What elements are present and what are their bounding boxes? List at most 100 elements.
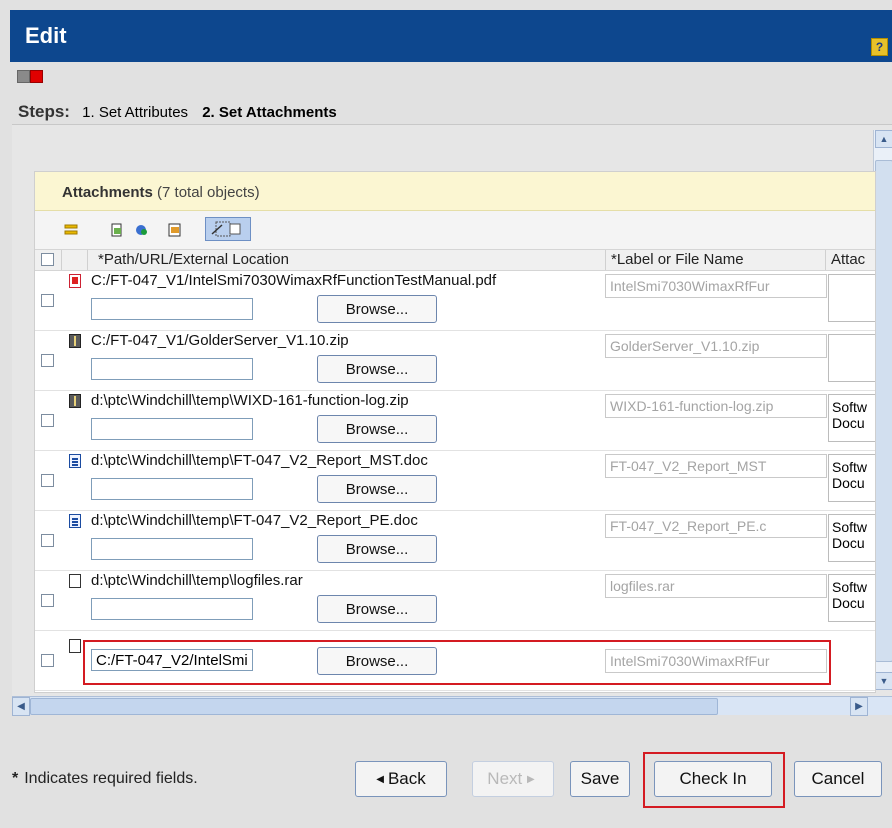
path-input[interactable] [91,358,253,380]
back-label: Back [387,769,426,788]
label-input[interactable]: logfiles.rar [605,574,827,598]
attachment-type-cell[interactable]: Softw Docu [828,394,875,442]
attachment-type-cell[interactable] [828,274,875,322]
vertical-scroll-thumb[interactable] [875,160,892,662]
next-arrow-icon: ▶ [527,774,535,785]
column-header-label[interactable]: *Label or File Name [611,251,744,268]
attachments-count: (7 total objects) [157,184,260,201]
steps-indicator: Steps: 1. Set Attributes 2. Set Attachme… [18,102,337,122]
attachments-table: Attachments (7 total objects) *Path/URL/… [34,171,876,693]
browse-button[interactable]: Browse... [317,535,437,563]
row-checkbox[interactable] [41,654,54,667]
attachments-header: Attachments (7 total objects) [35,172,875,211]
window-title: Edit [25,23,67,48]
doc-file-icon [69,454,81,468]
path-input[interactable] [91,478,253,500]
add-file-icon[interactable] [110,223,124,237]
check-in-highlight [643,752,785,808]
attachment-type-cell[interactable] [828,634,875,682]
table-row: C:/FT-047_V1/IntelSmi7030WimaxRfFunction… [35,271,875,331]
horizontal-scrollbar[interactable]: ◀ ▶ [12,696,892,716]
steps-label: Steps: [18,102,70,121]
red-square-icon [30,70,43,83]
pdf-file-icon [69,274,81,288]
browse-button[interactable]: Browse... [317,415,437,443]
file-path: C:/FT-047_V1/GolderServer_V1.10.zip [91,332,349,349]
file-path: C:/FT-047_V1/IntelSmi7030WimaxRfFunction… [91,272,497,289]
label-input[interactable]: GolderServer_V1.10.zip [605,334,827,358]
file-path: d:\ptc\Windchill\temp\WIXD-161-function-… [91,392,409,409]
help-icon[interactable]: ? [871,38,888,56]
file-path: d:\ptc\Windchill\temp\FT-047_V2_Report_M… [91,452,428,469]
paste-attachment-button[interactable] [205,217,251,241]
attachments-title: Attachments [62,184,153,201]
cancel-button[interactable]: Cancel [794,761,882,797]
column-separator [825,250,826,270]
table-row: d:\ptc\Windchill\temp\FT-047_V2_Report_M… [35,451,875,511]
add-external-icon[interactable] [168,223,182,237]
table-row: d:\ptc\Windchill\temp\FT-047_V2_Report_P… [35,511,875,571]
attachment-type-cell[interactable]: Softw Docu [828,514,875,562]
column-separator [87,250,88,270]
next-button[interactable]: Next ▶ [472,761,554,797]
required-note-text: Indicates required fields. [24,770,198,787]
browse-button[interactable]: Browse... [317,475,437,503]
path-input[interactable] [91,298,253,320]
row-checkbox[interactable] [41,414,54,427]
column-separator [61,250,62,270]
back-arrow-icon: ◀ [376,774,384,785]
row-checkbox[interactable] [41,534,54,547]
add-link-icon[interactable] [135,223,149,237]
label-input[interactable]: IntelSmi7030WimaxRfFur [605,274,827,298]
horizontal-scroll-thumb[interactable] [30,698,718,715]
doc-file-icon [69,514,81,528]
row-checkbox[interactable] [41,474,54,487]
zip-file-icon [69,394,81,408]
step-set-attributes[interactable]: 1. Set Attributes [82,104,188,121]
attachment-type-cell[interactable] [828,334,875,382]
back-button[interactable]: ◀ Back [355,761,447,797]
path-input[interactable] [91,538,253,560]
path-input[interactable] [91,418,253,440]
scroll-left-icon[interactable]: ◀ [12,697,30,716]
browse-button[interactable]: Browse... [317,595,437,623]
required-fields-note: * Indicates required fields. [12,770,198,788]
column-header-path[interactable]: *Path/URL/External Location [98,251,289,268]
attachments-toolbar [35,211,875,249]
scroll-right-icon[interactable]: ▶ [850,697,868,716]
save-button[interactable]: Save [570,761,630,797]
next-label: Next [487,769,523,788]
label-input[interactable]: FT-047_V2_Report_PE.c [605,514,827,538]
content-panel: ▲ ▼ Attachments (7 total objects) *Path/… [12,124,892,715]
browse-button[interactable]: Browse... [317,355,437,383]
scroll-up-icon[interactable]: ▲ [875,130,892,148]
file-path: d:\ptc\Windchill\temp\FT-047_V2_Report_P… [91,512,418,529]
table-row: d:\ptc\Windchill\temp\WIXD-161-function-… [35,391,875,451]
gray-square-icon [17,70,30,83]
attachment-type-cell[interactable]: Softw Docu [828,574,875,622]
row-checkbox[interactable] [41,294,54,307]
table-row: d:\ptc\Windchill\temp\logfiles.rar Brows… [35,571,875,631]
blank-file-icon [69,639,81,653]
title-bar: Edit ? [10,10,892,62]
new-attachment-highlight [83,640,831,685]
table-row: C:/FT-047_V1/GolderServer_V1.10.zip Brow… [35,331,875,391]
step-set-attachments: 2. Set Attachments [202,104,337,121]
file-path: d:\ptc\Windchill\temp\logfiles.rar [91,572,303,589]
select-rows-icon[interactable] [64,223,78,237]
label-input[interactable]: WIXD-161-function-log.zip [605,394,827,418]
row-checkbox[interactable] [41,354,54,367]
required-asterisk: * [12,770,19,787]
attachments-column-header: *Path/URL/External Location *Label or Fi… [35,249,875,271]
path-input[interactable] [91,598,253,620]
attachment-type-cell[interactable]: Softw Docu [828,454,875,502]
label-input[interactable]: FT-047_V2_Report_MST [605,454,827,478]
zip-file-icon [69,334,81,348]
row-checkbox[interactable] [41,594,54,607]
blank-file-icon [69,574,81,588]
column-header-attachment-type[interactable]: Attac [831,251,865,268]
select-all-checkbox[interactable] [41,253,54,266]
column-separator [605,250,606,270]
browse-button[interactable]: Browse... [317,295,437,323]
scroll-down-icon[interactable]: ▼ [875,672,892,690]
